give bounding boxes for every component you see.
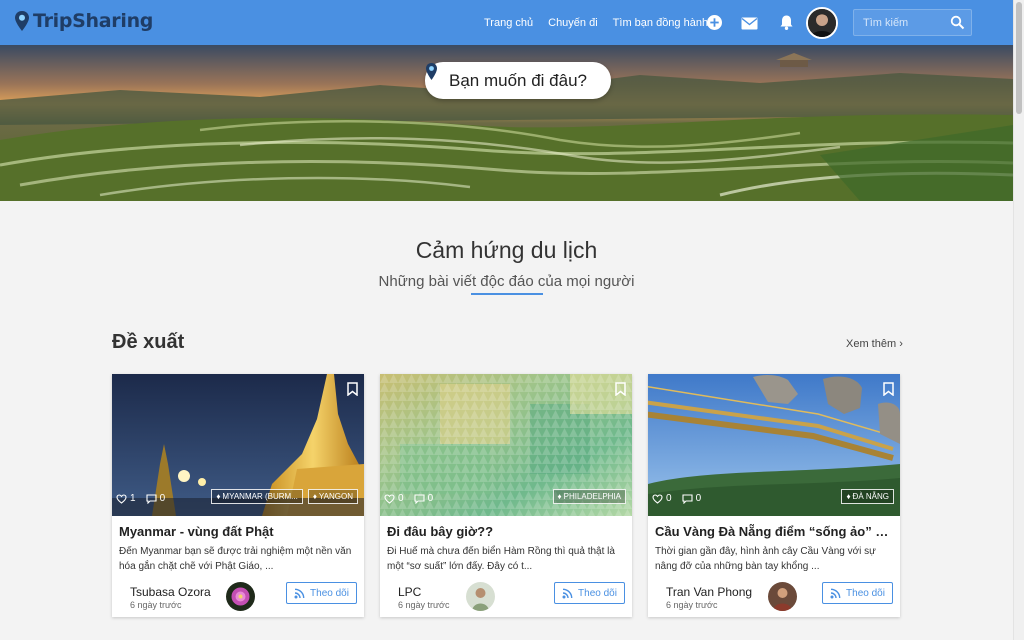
hero-banner: Bạn muốn đi đâu? bbox=[0, 45, 1013, 201]
post-time: 6 ngày trước bbox=[130, 600, 182, 610]
likes-value: 1 bbox=[130, 493, 136, 504]
follow-button[interactable]: Theo dõi bbox=[286, 582, 357, 604]
post-time: 6 ngày trước bbox=[666, 600, 718, 610]
main-content: Cảm hứng du lịch Những bài viết độc đáo … bbox=[0, 201, 1013, 640]
post-tags: ♦ MYANMAR (BURM... ♦ YANGON bbox=[211, 489, 358, 504]
post-card[interactable]: 0 0 ♦ PHILADELPHIA Đi đâu bây giờ?? Đi Hu… bbox=[380, 374, 632, 617]
author-name[interactable]: Tsubasa Ozora bbox=[130, 585, 211, 599]
nav-home[interactable]: Trang chủ bbox=[484, 17, 533, 29]
nav-trips[interactable]: Chuyến đi bbox=[548, 17, 598, 29]
chevron-right-icon: › bbox=[899, 338, 903, 350]
tag-label: YANGON bbox=[318, 492, 353, 501]
comment-icon bbox=[414, 493, 425, 504]
plus-circle-icon[interactable] bbox=[706, 14, 723, 31]
top-navbar: TripSharing Trang chủ Chuyến đi Tìm bạn … bbox=[0, 0, 1013, 45]
post-excerpt: Đến Myanmar bạn sẽ được trải nghiệm một … bbox=[119, 546, 352, 572]
tag-label: MYANMAR (BURM... bbox=[222, 492, 298, 501]
author-avatar[interactable] bbox=[466, 582, 495, 611]
bell-icon[interactable] bbox=[778, 14, 795, 31]
location-tag[interactable]: ♦ PHILADELPHIA bbox=[552, 489, 626, 504]
post-excerpt: Đi Huế mà chưa đến biển Hàm Rồng thì quả… bbox=[387, 546, 615, 572]
comments-value: 0 bbox=[159, 493, 166, 504]
author-avatar[interactable] bbox=[768, 582, 797, 611]
map-pin-icon bbox=[426, 63, 437, 80]
section-subtitle: Những bài viết độc đáo của mọi người bbox=[378, 273, 635, 290]
comments-count[interactable]: 0 bbox=[414, 493, 434, 504]
brand-name: TripSharing bbox=[33, 10, 154, 32]
comment-icon bbox=[146, 493, 157, 504]
post-stats: 0 0 bbox=[652, 493, 701, 504]
see-more-link[interactable]: Xem thêm › bbox=[846, 338, 903, 350]
bookmark-icon[interactable] bbox=[615, 382, 626, 396]
follow-button[interactable]: Theo dõi bbox=[554, 582, 625, 604]
comments-value: 0 bbox=[427, 493, 434, 504]
post-time: 6 ngày trước bbox=[398, 600, 450, 610]
location-tag[interactable]: ♦ MYANMAR (BURM... bbox=[211, 489, 303, 504]
post-tags: ♦ PHILADELPHIA bbox=[552, 489, 626, 504]
post-image[interactable]: 0 0 ♦ ĐÀ NẴNG bbox=[648, 374, 900, 516]
mail-icon[interactable] bbox=[741, 15, 758, 32]
follow-label: Theo dõi bbox=[578, 587, 617, 599]
tag-icon: ♦ bbox=[557, 492, 562, 501]
post-excerpt: Thời gian gần đây, hình ảnh cây Cầu Vàng… bbox=[655, 546, 876, 572]
map-pin-icon bbox=[15, 11, 29, 31]
tag-icon: ♦ bbox=[846, 492, 851, 501]
bookmark-icon[interactable] bbox=[347, 382, 358, 396]
hero-prompt: Bạn muốn đi đâu? bbox=[449, 70, 587, 90]
search-box bbox=[853, 9, 972, 36]
search-input[interactable] bbox=[854, 10, 950, 35]
author-avatar[interactable] bbox=[226, 582, 255, 611]
brand-logo[interactable]: TripSharing bbox=[14, 10, 153, 32]
follow-label: Theo dõi bbox=[310, 587, 349, 599]
post-title[interactable]: Myanmar - vùng đất Phật bbox=[119, 524, 359, 539]
destination-search-pill[interactable]: Bạn muốn đi đâu? bbox=[425, 62, 611, 99]
post-title[interactable]: Cầu Vàng Đà Nẵng điểm “sống ảo” khiế... bbox=[655, 524, 895, 539]
likes-count[interactable]: 0 bbox=[384, 493, 404, 504]
comments-value: 0 bbox=[695, 493, 702, 504]
tag-icon: ♦ bbox=[216, 492, 221, 501]
rss-icon bbox=[562, 588, 573, 598]
location-tag[interactable]: ♦ YANGON bbox=[307, 489, 358, 504]
author-name[interactable]: Tran Van Phong bbox=[666, 585, 752, 599]
likes-value: 0 bbox=[666, 493, 672, 504]
comments-count[interactable]: 0 bbox=[146, 493, 166, 504]
location-tag[interactable]: ♦ ĐÀ NẴNG bbox=[841, 489, 894, 504]
heart-icon bbox=[652, 493, 663, 504]
tag-label: ĐÀ NẴNG bbox=[852, 492, 889, 501]
follow-button[interactable]: Theo dõi bbox=[822, 582, 893, 604]
post-image[interactable]: 0 0 ♦ PHILADELPHIA bbox=[380, 374, 632, 516]
rss-icon bbox=[294, 588, 305, 598]
post-stats: 0 0 bbox=[384, 493, 433, 504]
follow-label: Theo dõi bbox=[846, 587, 885, 599]
bookmark-icon[interactable] bbox=[883, 382, 894, 396]
post-card[interactable]: 0 0 ♦ ĐÀ NẴNG Cầu Vàng Đà Nẵng điểm “sống… bbox=[648, 374, 900, 617]
user-avatar[interactable] bbox=[806, 7, 838, 39]
scrollbar-thumb[interactable] bbox=[1016, 2, 1022, 114]
post-tags: ♦ ĐÀ NẴNG bbox=[841, 489, 894, 504]
likes-value: 0 bbox=[398, 493, 404, 504]
section-underline bbox=[471, 293, 543, 295]
heart-icon bbox=[116, 493, 127, 504]
post-image[interactable]: 1 0 ♦ MYANMAR (BURM... ♦ YANGON bbox=[112, 374, 364, 516]
section-title: Cảm hứng du lịch bbox=[415, 237, 598, 263]
main-nav: Trang chủ Chuyến đi Tìm bạn đồng hành bbox=[484, 0, 723, 45]
post-card[interactable]: 1 0 ♦ MYANMAR (BURM... ♦ YANGON Myanmar - … bbox=[112, 374, 364, 617]
tag-label: PHILADELPHIA bbox=[563, 492, 621, 501]
heart-icon bbox=[384, 493, 395, 504]
nav-find-companion[interactable]: Tìm bạn đồng hành bbox=[613, 17, 708, 29]
page-scrollbar[interactable] bbox=[1013, 0, 1024, 640]
see-more-label: Xem thêm bbox=[846, 338, 897, 350]
rss-icon bbox=[830, 588, 841, 598]
search-icon[interactable] bbox=[950, 15, 965, 30]
comments-count[interactable]: 0 bbox=[682, 493, 702, 504]
tag-icon: ♦ bbox=[312, 492, 317, 501]
likes-count[interactable]: 1 bbox=[116, 493, 136, 504]
comment-icon bbox=[682, 493, 693, 504]
post-stats: 1 0 bbox=[116, 493, 165, 504]
post-title[interactable]: Đi đâu bây giờ?? bbox=[387, 524, 627, 539]
author-name[interactable]: LPC bbox=[398, 585, 421, 599]
likes-count[interactable]: 0 bbox=[652, 493, 672, 504]
recommend-heading: Đề xuất bbox=[112, 331, 185, 353]
